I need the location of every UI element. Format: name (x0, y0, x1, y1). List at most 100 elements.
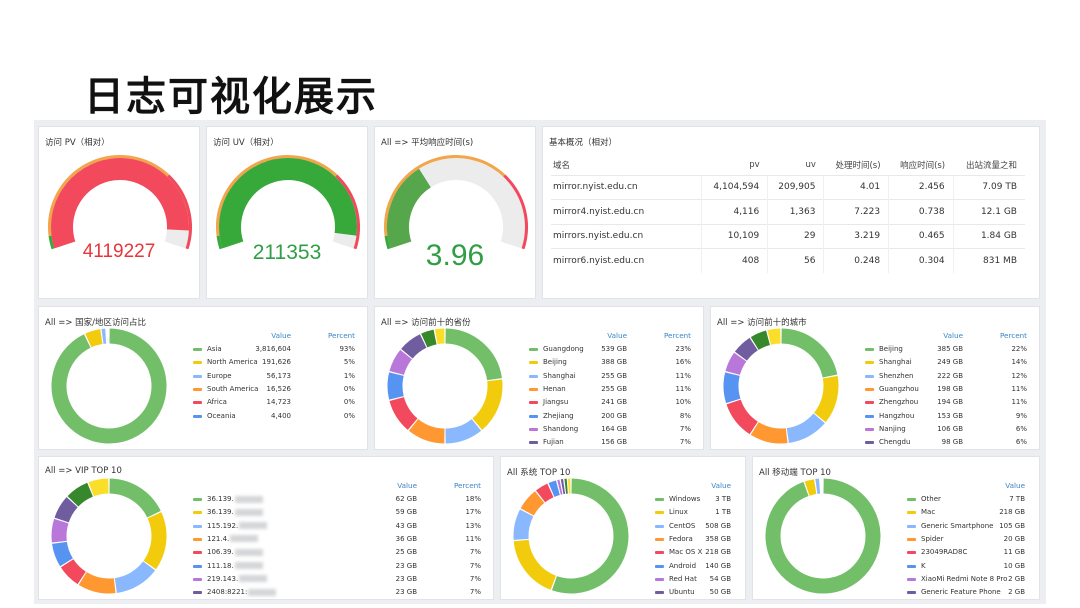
donut-slice[interactable] (389, 396, 418, 430)
legend-item[interactable]: Beijing 388 GB 16% (529, 356, 697, 369)
legend-item[interactable]: 111.18. 23 GB 7% (193, 560, 487, 573)
donut-slice[interactable] (750, 330, 771, 350)
legend-item[interactable]: Mac 218 GB (907, 506, 1033, 519)
donut-slice[interactable] (85, 329, 103, 348)
legend-item[interactable]: Android 140 GB (655, 560, 739, 573)
legend-item[interactable]: Oceania 4,400 0% (193, 410, 361, 423)
legend-item[interactable]: Asia 3,816,604 93% (193, 343, 361, 356)
legend-item[interactable]: 106.39. 25 GB 7% (193, 546, 487, 559)
legend-item[interactable]: North America 191,626 5% (193, 356, 361, 369)
donut-slice[interactable] (78, 571, 116, 594)
legend-item[interactable]: Fujian 156 GB 7% (529, 436, 697, 449)
donut-slice[interactable] (725, 352, 747, 376)
legend-header-percent[interactable]: Percent (664, 331, 691, 340)
legend-item[interactable]: 36.139. 62 GB 18% (193, 493, 487, 506)
legend-header-percent[interactable]: Percent (328, 331, 355, 340)
legend-item[interactable]: Mac OS X 218 GB (655, 546, 739, 559)
donut-slice[interactable] (551, 478, 629, 594)
donut-slice[interactable] (472, 379, 503, 430)
legend-item[interactable]: Africa 14,723 0% (193, 396, 361, 409)
legend-item[interactable]: Spider 20 GB (907, 533, 1033, 546)
donut-slice[interactable] (734, 337, 759, 361)
legend-item[interactable]: K 10 GB (907, 560, 1033, 573)
donut-slice[interactable] (51, 518, 69, 543)
donut-slice[interactable] (786, 413, 825, 443)
col-header[interactable]: uv (768, 155, 824, 175)
legend-item[interactable]: Zhejiang 200 GB 8% (529, 410, 697, 423)
donut-slice[interactable] (520, 491, 545, 516)
legend-item[interactable]: XiaoMi Redmi Note 8 Pro 2 GB (907, 573, 1033, 586)
donut-slice[interactable] (723, 372, 741, 404)
legend-item[interactable]: Fedora 358 GB (655, 533, 739, 546)
legend-header-value[interactable]: Value (1005, 481, 1025, 490)
legend-item[interactable]: Chengdu 98 GB 6% (865, 436, 1033, 449)
legend-item[interactable]: Red Hat 54 GB (655, 573, 739, 586)
donut-slice[interactable] (408, 418, 445, 444)
donut-slice[interactable] (767, 328, 781, 345)
legend-item[interactable]: Shanghai 249 GB 14% (865, 356, 1033, 369)
legend-item[interactable]: 2408:8221: 23 GB 7% (193, 586, 487, 599)
col-header[interactable]: 出站流量之和 (953, 155, 1025, 175)
col-header[interactable]: 响应时间(s) (889, 155, 954, 175)
legend-item[interactable]: 115.192. 43 GB 13% (193, 520, 487, 533)
donut-slice[interactable] (51, 328, 167, 444)
legend-item[interactable]: CentOS 508 GB (655, 520, 739, 533)
legend-item[interactable]: 219.143. 23 GB 7% (193, 573, 487, 586)
donut-slice[interactable] (52, 541, 74, 567)
legend-item[interactable]: Nanjing 106 GB 6% (865, 423, 1033, 436)
legend-item[interactable]: Hangzhou 153 GB 9% (865, 410, 1033, 423)
donut-slice[interactable] (401, 334, 427, 359)
donut-slice[interactable] (548, 480, 560, 497)
legend-item[interactable]: Europe 56,173 1% (193, 370, 361, 383)
donut-slice[interactable] (781, 328, 838, 378)
legend-header-percent[interactable]: Percent (1000, 331, 1027, 340)
legend-item[interactable]: Windows 3 TB (655, 493, 739, 506)
legend-item[interactable]: Guangzhou 198 GB 11% (865, 383, 1033, 396)
col-header[interactable]: 处理时间(s) (824, 155, 889, 175)
legend-item[interactable]: Generic Feature Phone 2 GB (907, 586, 1033, 599)
donut-slice[interactable] (536, 483, 554, 503)
donut-slice[interactable] (67, 482, 94, 507)
legend-header-value[interactable]: Value (943, 331, 963, 340)
donut-slice[interactable] (813, 375, 839, 423)
legend-header-value[interactable]: Value (711, 481, 731, 490)
legend-item[interactable]: Beijing 385 GB 22% (865, 343, 1033, 356)
legend-item[interactable]: Shenzhen 222 GB 12% (865, 370, 1033, 383)
donut-slice[interactable] (513, 539, 557, 590)
donut-slice[interactable] (88, 478, 109, 497)
donut-slice[interactable] (445, 418, 482, 444)
donut-slice[interactable] (445, 328, 502, 381)
legend-header-value[interactable]: Value (607, 331, 627, 340)
donut-slice[interactable] (513, 509, 534, 540)
donut-slice[interactable] (387, 372, 404, 400)
legend-item[interactable]: 121.4. 36 GB 11% (193, 533, 487, 546)
donut-slice[interactable] (434, 328, 445, 345)
donut-slice[interactable] (60, 558, 87, 585)
legend-item[interactable]: Generic Smartphone 105 GB (907, 520, 1033, 533)
donut-slice[interactable] (750, 421, 788, 444)
col-header[interactable]: pv (701, 155, 768, 175)
legend-item[interactable]: 36.139. 59 GB 17% (193, 506, 487, 519)
donut-slice[interactable] (804, 479, 817, 496)
legend-item[interactable]: Shandong 164 GB 7% (529, 423, 697, 436)
legend-header-value[interactable]: Value (397, 481, 417, 490)
donut-slice[interactable] (143, 512, 167, 570)
legend-item[interactable]: Zhengzhou 194 GB 11% (865, 396, 1033, 409)
legend-header-percent[interactable]: Percent (454, 481, 481, 490)
donut-slice[interactable] (421, 329, 437, 348)
donut-slice[interactable] (726, 399, 759, 435)
legend-item[interactable]: Jiangsu 241 GB 10% (529, 396, 697, 409)
legend-item[interactable]: South America 16,526 0% (193, 383, 361, 396)
legend-item[interactable]: Ubuntu 50 GB (655, 586, 739, 599)
col-header[interactable]: 域名 (551, 155, 701, 175)
donut-slice[interactable] (765, 478, 881, 594)
legend-item[interactable]: Shanghai 255 GB 11% (529, 370, 697, 383)
legend-header-value[interactable]: Value (271, 331, 291, 340)
legend-item[interactable]: 23049RAD8C 11 GB (907, 546, 1033, 559)
legend-item[interactable]: Henan 255 GB 11% (529, 383, 697, 396)
donut-slice[interactable] (114, 561, 156, 593)
donut-slice[interactable] (54, 497, 78, 523)
legend-item[interactable]: Linux 1 TB (655, 506, 739, 519)
legend-item[interactable]: Guangdong 539 GB 23% (529, 343, 697, 356)
donut-slice[interactable] (389, 349, 413, 376)
